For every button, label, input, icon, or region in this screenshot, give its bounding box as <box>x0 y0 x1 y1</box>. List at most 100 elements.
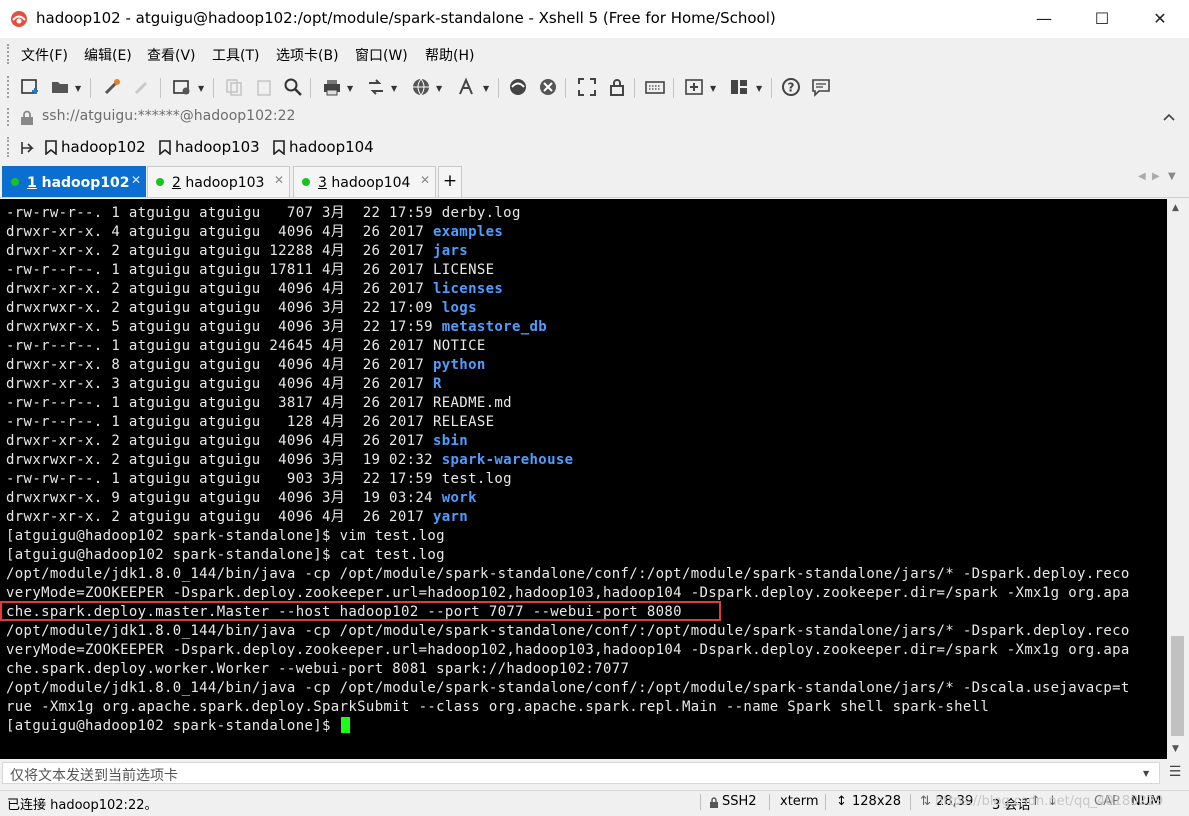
directory-name: R <box>432 376 442 392</box>
tab-scroll-right-icon[interactable]: ▶ <box>1152 171 1160 182</box>
globe-icon[interactable] <box>411 77 431 97</box>
tab-scroll-left-icon[interactable]: ◀ <box>1138 171 1146 182</box>
link-hadoop104[interactable]: hadoop104 <box>289 138 374 156</box>
print-icon[interactable] <box>322 77 342 97</box>
terminal-line: che.spark.deploy.worker.Worker --webui-p… <box>6 660 629 679</box>
reconnect-icon[interactable] <box>102 77 122 97</box>
terminal-area[interactable]: -rw-rw-r--. 1 atguigu atguigu 707 3月 22 … <box>0 199 1167 759</box>
add-tab-button[interactable]: + <box>438 166 462 197</box>
new-session-icon[interactable] <box>20 77 40 97</box>
chat-icon[interactable] <box>811 77 831 97</box>
keyboard-icon[interactable] <box>645 77 665 97</box>
xftp-icon[interactable] <box>508 77 528 97</box>
toolbar-separator <box>90 78 91 98</box>
vertical-scrollbar[interactable]: ▲ ▼ <box>1167 199 1189 759</box>
toolbar-separator <box>160 78 161 98</box>
send-menu-icon[interactable]: ☰ <box>1165 764 1185 782</box>
terminal-text: drwxr-xr-x. 2 atguigu atguigu 4096 4月 26… <box>6 509 433 525</box>
directory-name: logs <box>441 300 477 316</box>
copy-icon[interactable] <box>224 77 244 97</box>
terminal-line: /opt/module/jdk1.8.0_144/bin/java -cp /o… <box>6 679 1130 698</box>
menu-grip <box>7 44 12 64</box>
close-tab-icon[interactable]: ✕ <box>420 173 430 187</box>
file-name: derby.log <box>441 205 521 221</box>
menu-tools[interactable]: 工具(T) <box>212 45 259 65</box>
new-tab-icon[interactable] <box>684 77 704 97</box>
status-separator <box>825 794 826 810</box>
open-dropdown-icon[interactable]: ▼ <box>75 84 81 93</box>
transfer-dropdown-icon[interactable]: ▼ <box>391 84 397 93</box>
close-tab-icon[interactable]: ✕ <box>131 173 141 187</box>
tab-hadoop104[interactable]: 3 hadoop104 ✕ <box>293 166 436 197</box>
scroll-up-icon[interactable]: ▲ <box>1172 203 1179 213</box>
terminal-text: -rw-r--r--. 1 atguigu atguigu 17811 4月 2… <box>6 262 433 278</box>
paste-icon[interactable] <box>254 77 274 97</box>
close-tab-icon[interactable]: ✕ <box>274 173 284 187</box>
chevron-up-icon[interactable] <box>1163 112 1175 122</box>
directory-name: examples <box>432 224 504 240</box>
new-tab-dropdown-icon[interactable]: ▼ <box>710 84 716 93</box>
connected-dot-icon <box>302 178 310 186</box>
directory-name: sbin <box>432 433 469 449</box>
file-name: RELEASE <box>432 414 495 430</box>
watermark: https://blog.csdn.net/qq_40180229 <box>935 794 1164 809</box>
terminal-line: rue -Xmx1g org.apache.spark.deploy.Spark… <box>6 698 989 717</box>
globe-dropdown-icon[interactable]: ▼ <box>436 84 442 93</box>
menu-window[interactable]: 窗口(W) <box>355 45 408 65</box>
lock-icon <box>21 110 33 125</box>
menu-tabs[interactable]: 选项卡(B) <box>276 45 339 65</box>
xshell-logo-icon <box>11 11 27 27</box>
menu-file[interactable]: 文件(F) <box>21 45 68 65</box>
terminal-text: /opt/module/jdk1.8.0_144/bin/java -cp /o… <box>6 680 1130 696</box>
tab-number: 1 <box>27 175 37 191</box>
connection-status: 已连接 hadoop102:22。 <box>7 798 158 813</box>
link-hadoop102[interactable]: hadoop102 <box>61 138 146 156</box>
terminal-text: [atguigu@hadoop102 spark-standalone]$ ca… <box>6 547 445 563</box>
open-folder-icon[interactable] <box>50 77 70 97</box>
transfer-icon[interactable] <box>366 77 386 97</box>
directory-name: metastore_db <box>441 319 548 335</box>
tab-hadoop103[interactable]: 2 hadoop103 ✕ <box>147 166 290 197</box>
font-icon[interactable] <box>457 77 477 97</box>
send-target-label: 仅将文本发送到当前选项卡 <box>10 768 178 784</box>
find-icon[interactable] <box>283 77 303 97</box>
connected-dot-icon <box>156 178 164 186</box>
minimize-icon[interactable]: — <box>1015 0 1073 38</box>
terminal-text: che.spark.deploy.worker.Worker --webui-p… <box>6 661 630 677</box>
close-icon[interactable]: ✕ <box>1131 0 1189 38</box>
disconnect-icon[interactable] <box>132 77 152 97</box>
tab-label: hadoop102 <box>36 175 130 191</box>
send-dropdown-icon[interactable]: ▼ <box>1143 769 1149 778</box>
terminal-type: xterm <box>780 794 819 809</box>
xmanager-icon[interactable] <box>538 77 558 97</box>
link-hadoop103[interactable]: hadoop103 <box>175 138 260 156</box>
lock-icon <box>710 797 718 808</box>
fullscreen-icon[interactable] <box>577 77 597 97</box>
help-icon[interactable]: ? <box>781 77 801 97</box>
terminal-text: -rw-r--r--. 1 atguigu atguigu 128 4月 26 … <box>6 414 433 430</box>
menu-view[interactable]: 查看(V) <box>147 45 196 65</box>
layout-dropdown-icon[interactable]: ▼ <box>756 84 762 93</box>
print-dropdown-icon[interactable]: ▼ <box>347 84 353 93</box>
font-dropdown-icon[interactable]: ▼ <box>483 84 489 93</box>
tab-label: hadoop104 <box>326 175 411 191</box>
layout-icon[interactable] <box>729 77 749 97</box>
tab-list-icon[interactable]: ▼ <box>1168 171 1176 182</box>
properties-dropdown-icon[interactable]: ▼ <box>198 84 204 93</box>
menu-help[interactable]: 帮助(H) <box>425 45 474 65</box>
window-title: hadoop102 - atguigu@hadoop102:/opt/modul… <box>36 9 776 27</box>
maximize-icon[interactable]: ☐ <box>1073 0 1131 38</box>
scroll-down-icon[interactable]: ▼ <box>1172 744 1179 754</box>
terminal-text: rue -Xmx1g org.apache.spark.deploy.Spark… <box>6 699 990 715</box>
protocol-status: SSH2 <box>722 794 757 809</box>
properties-icon[interactable] <box>172 77 192 97</box>
terminal-text: drwxr-xr-x. 2 atguigu atguigu 4096 4月 26… <box>6 281 433 297</box>
menu-edit[interactable]: 编辑(E) <box>84 45 132 65</box>
cursor-position-icon: ⇅ <box>920 794 931 809</box>
scroll-thumb[interactable] <box>1171 636 1184 736</box>
link-bar-arrow-icon[interactable] <box>20 140 36 156</box>
lock-icon[interactable] <box>607 77 627 97</box>
tab-hadoop102[interactable]: 1 hadoop102 ✕ <box>2 166 146 197</box>
bookmark-icon <box>45 140 57 155</box>
session-address[interactable]: ssh://atguigu:******@hadoop102:22 <box>42 108 295 124</box>
